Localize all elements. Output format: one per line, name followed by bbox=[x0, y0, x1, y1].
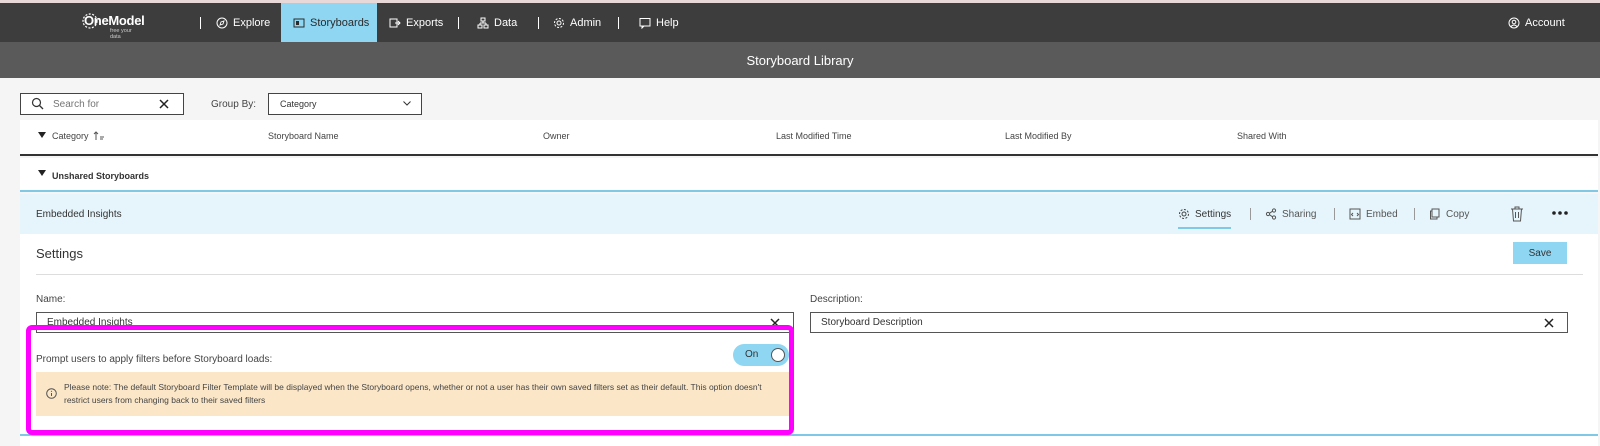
logo-text: OneModel bbox=[84, 13, 145, 28]
tab-settings-label: Settings bbox=[1195, 208, 1232, 220]
save-button[interactable]: Save bbox=[1513, 242, 1567, 264]
nav-separator bbox=[538, 17, 539, 29]
nav-separator bbox=[200, 17, 201, 29]
group-by-select[interactable]: Category bbox=[268, 93, 422, 115]
column-header-owner[interactable]: Owner bbox=[543, 131, 570, 141]
tab-settings[interactable]: Settings bbox=[1178, 208, 1232, 229]
nav-explore-label: Explore bbox=[233, 16, 271, 29]
group-by-label: Group By: bbox=[211, 99, 257, 110]
nav-help[interactable]: Help bbox=[639, 3, 679, 42]
user-icon bbox=[1508, 17, 1520, 28]
column-header-shared-with[interactable]: Shared With bbox=[1237, 131, 1287, 141]
gear-icon bbox=[1179, 209, 1189, 219]
export-icon bbox=[389, 18, 401, 27]
group-by-value: Category bbox=[280, 99, 317, 109]
collapse-triangle-icon[interactable] bbox=[38, 170, 46, 176]
highlight-annotation-box bbox=[26, 325, 794, 435]
table-header: Category Storyboard Name Owner Last Modi… bbox=[20, 120, 1598, 156]
nav-help-label: Help bbox=[656, 16, 679, 29]
tab-copy-label: Copy bbox=[1446, 208, 1470, 220]
nav-exports-label: Exports bbox=[406, 16, 444, 29]
clear-search-icon[interactable] bbox=[157, 97, 171, 111]
column-header-last-modified-time[interactable]: Last Modified Time bbox=[776, 131, 852, 141]
copy-icon bbox=[1430, 208, 1440, 220]
nav-storyboards[interactable]: Storyboards bbox=[281, 3, 377, 42]
nav-separator bbox=[458, 17, 459, 29]
nav-admin-label: Admin bbox=[570, 16, 602, 29]
nav-account[interactable]: Account bbox=[1508, 3, 1565, 42]
trash-icon[interactable] bbox=[1510, 206, 1524, 222]
search-box bbox=[20, 93, 184, 115]
onemodel-logo[interactable]: OneModel free your data bbox=[80, 11, 145, 40]
description-field-wrapper bbox=[810, 312, 1568, 333]
group-row-unshared[interactable]: Unshared Storyboards bbox=[20, 158, 1598, 192]
logo-tagline: free your data bbox=[110, 28, 132, 40]
nav-data[interactable]: Data bbox=[477, 3, 517, 42]
column-header-storyboard-name[interactable]: Storyboard Name bbox=[268, 131, 339, 141]
compass-icon bbox=[216, 17, 228, 28]
nav-exports[interactable]: Exports bbox=[389, 3, 443, 42]
divider bbox=[36, 274, 1583, 275]
name-label: Name: bbox=[36, 294, 66, 305]
tab-sharing-label: Sharing bbox=[1282, 208, 1317, 220]
storyboard-title: Embedded Insights bbox=[36, 209, 122, 220]
data-icon bbox=[477, 17, 489, 28]
more-options-icon[interactable] bbox=[1552, 211, 1568, 215]
page-title-bar: Storyboard Library bbox=[0, 42, 1600, 78]
storyboard-panel-header: Embedded Insights Settings Sharing Embed… bbox=[20, 194, 1598, 234]
tab-embed-label: Embed bbox=[1366, 208, 1398, 220]
chevron-down-icon bbox=[403, 101, 411, 106]
description-input[interactable] bbox=[821, 316, 1502, 329]
gear-icon bbox=[554, 17, 564, 28]
column-header-last-modified-by[interactable]: Last Modified By bbox=[1005, 131, 1072, 141]
tab-copy[interactable]: Copy bbox=[1429, 208, 1469, 220]
column-header-category[interactable]: Category bbox=[52, 131, 89, 141]
top-navigation-bar: OneModel free your data Explore Storyboa… bbox=[0, 0, 1600, 42]
group-row-label: Unshared Storyboards bbox=[52, 171, 150, 181]
tab-sharing[interactable]: Sharing bbox=[1265, 208, 1316, 220]
embed-icon bbox=[1349, 208, 1361, 220]
nav-data-label: Data bbox=[494, 16, 518, 29]
description-label: Description: bbox=[810, 294, 863, 305]
nav-account-label: Account bbox=[1525, 16, 1565, 29]
nav-explore[interactable]: Explore bbox=[216, 3, 270, 42]
help-icon bbox=[639, 17, 651, 29]
storyboard-icon bbox=[293, 18, 305, 27]
nav-admin[interactable]: Admin bbox=[553, 3, 601, 42]
page-title: Storyboard Library bbox=[746, 52, 854, 68]
sort-ascending-icon[interactable] bbox=[93, 130, 105, 142]
share-icon bbox=[1265, 208, 1277, 220]
collapse-triangle-icon[interactable] bbox=[38, 132, 46, 138]
clear-description-icon[interactable] bbox=[1543, 317, 1555, 329]
nav-storyboards-label: Storyboards bbox=[310, 16, 370, 29]
tab-separator bbox=[1250, 208, 1251, 220]
nav-separator bbox=[618, 17, 619, 29]
search-icon bbox=[31, 97, 44, 110]
tab-separator bbox=[1334, 208, 1335, 220]
tab-embed[interactable]: Embed bbox=[1349, 208, 1398, 220]
search-input[interactable] bbox=[53, 96, 153, 112]
settings-title: Settings bbox=[36, 246, 83, 261]
tab-separator bbox=[1414, 208, 1415, 220]
